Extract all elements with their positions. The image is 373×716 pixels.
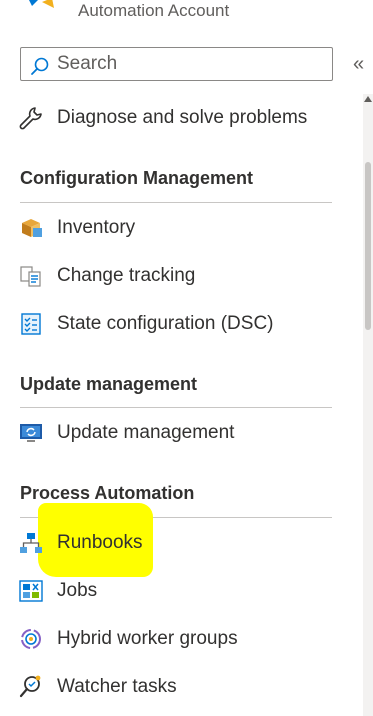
collapse-menu-button[interactable]: « — [353, 52, 364, 76]
section-title-process-automation: Process Automation — [20, 483, 195, 503]
divider — [20, 407, 332, 408]
hierarchy-icon — [20, 533, 42, 553]
scrollbar-thumb[interactable] — [365, 162, 371, 330]
jobs-grid-icon — [19, 580, 43, 602]
search-icon — [31, 57, 49, 75]
menu-item-label: Update management — [57, 422, 235, 443]
menu-item-label: State configuration (DSC) — [57, 313, 274, 334]
change-tracking-icon — [20, 266, 41, 287]
menu-item-diagnose[interactable]: Diagnose and solve problems — [18, 98, 338, 138]
menu-item-runbooks[interactable]: Runbooks — [18, 523, 338, 563]
menu-item-hybrid-worker-groups[interactable]: Hybrid worker groups — [18, 619, 338, 659]
scroll-up-arrow-icon[interactable] — [364, 96, 372, 102]
menu-item-label: Inventory — [57, 217, 136, 238]
menu-item-inventory[interactable]: Inventory — [18, 208, 338, 248]
menu-item-label: Watcher tasks — [57, 676, 177, 697]
menu-item-label: Diagnose and solve problems — [57, 107, 308, 128]
automation-account-logo-icon — [29, 0, 54, 8]
menu-item-change-tracking[interactable]: Change tracking — [18, 256, 338, 296]
checklist-icon — [21, 313, 41, 335]
hybrid-worker-icon — [21, 629, 41, 649]
wrench-icon — [19, 107, 42, 130]
menu-item-jobs[interactable]: Jobs — [18, 571, 338, 611]
search-box[interactable] — [20, 47, 333, 81]
search-input[interactable] — [57, 51, 327, 77]
inventory-boxes-icon — [22, 219, 42, 237]
resource-type-label: Automation Account — [78, 1, 230, 20]
menu-item-label: Runbooks — [57, 532, 143, 553]
menu-item-state-configuration[interactable]: State configuration (DSC) — [18, 304, 338, 344]
divider — [20, 202, 332, 203]
menu-item-label: Jobs — [57, 580, 98, 601]
scrollbar[interactable] — [363, 94, 373, 716]
menu-item-label: Change tracking — [57, 265, 196, 286]
menu-item-watcher-tasks[interactable]: Watcher tasks — [18, 667, 338, 707]
menu-item-label: Hybrid worker groups — [57, 628, 238, 649]
section-title-update-management: Update management — [20, 374, 198, 394]
menu-item-update-management[interactable]: Update management — [18, 413, 338, 453]
section-title-configuration-management: Configuration Management — [20, 168, 253, 188]
watcher-search-icon — [19, 675, 41, 698]
monitor-update-icon — [20, 424, 42, 442]
